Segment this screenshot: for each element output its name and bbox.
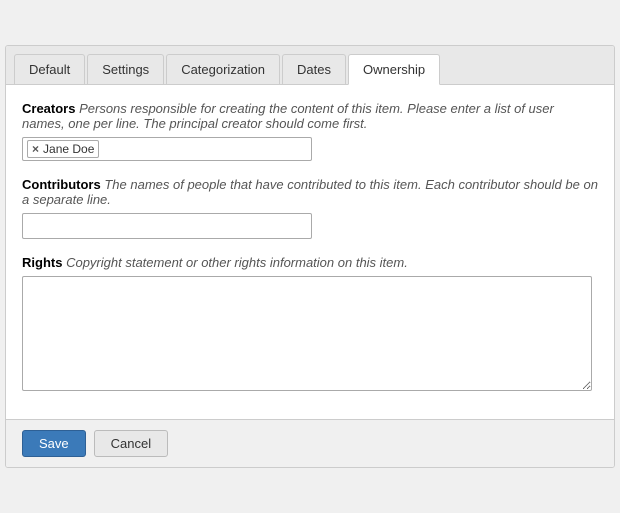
tab-default[interactable]: Default — [14, 54, 85, 84]
tag-remove-icon[interactable]: × — [32, 142, 39, 156]
contributors-label: Contributors — [22, 177, 101, 192]
rights-section: Rights Copyright statement or other righ… — [22, 255, 598, 391]
creator-tag: × Jane Doe — [27, 140, 99, 158]
rights-description: Copyright statement or other rights info… — [66, 255, 408, 270]
footer: Save Cancel — [6, 419, 614, 467]
creators-input-wrapper[interactable]: × Jane Doe — [22, 137, 312, 161]
save-button[interactable]: Save — [22, 430, 86, 457]
contributors-input[interactable] — [22, 213, 312, 239]
tab-ownership[interactable]: Ownership — [348, 54, 440, 85]
tab-settings[interactable]: Settings — [87, 54, 164, 84]
tab-content: Creators Persons responsible for creatin… — [6, 85, 614, 419]
rights-textarea[interactable] — [22, 276, 592, 391]
creators-section: Creators Persons responsible for creatin… — [22, 101, 598, 161]
tab-dates[interactable]: Dates — [282, 54, 346, 84]
tab-categorization[interactable]: Categorization — [166, 54, 280, 84]
contributors-description: The names of people that have contribute… — [22, 177, 598, 207]
contributors-section: Contributors The names of people that ha… — [22, 177, 598, 239]
cancel-button[interactable]: Cancel — [94, 430, 168, 457]
tab-bar: Default Settings Categorization Dates Ow… — [6, 46, 614, 85]
creators-description: Persons responsible for creating the con… — [22, 101, 554, 131]
rights-label-row: Rights Copyright statement or other righ… — [22, 255, 598, 270]
creator-tag-label: Jane Doe — [43, 142, 94, 156]
rights-label: Rights — [22, 255, 62, 270]
creators-label: Creators — [22, 101, 75, 116]
panel: Default Settings Categorization Dates Ow… — [5, 45, 615, 468]
creators-label-row: Creators Persons responsible for creatin… — [22, 101, 598, 131]
contributors-label-row: Contributors The names of people that ha… — [22, 177, 598, 207]
creators-text-input[interactable] — [103, 142, 307, 157]
